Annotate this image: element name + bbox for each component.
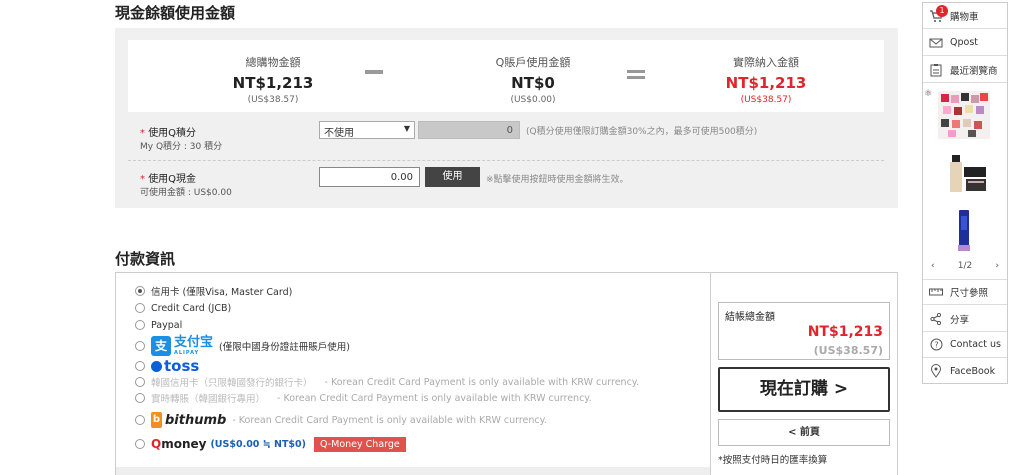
q-amount-value: NT$0 — [511, 74, 555, 92]
radio-button[interactable] — [135, 286, 145, 296]
chevron-down-icon: ▼ — [403, 124, 410, 133]
pager-label: 1/2 — [957, 261, 973, 271]
pay-option-qmoney[interactable]: Qmoney (US$0.00 ≒ NT$0) Q-Money Charge — [135, 436, 406, 452]
sidebar-item-facebook[interactable]: FaceBook — [923, 358, 1007, 384]
sidebar-item-cart[interactable]: 1 購物車 — [923, 3, 1007, 29]
qmoney-balance: (US$0.00 ≒ NT$0) — [210, 438, 306, 450]
qcash-label: * 使用Q現金 — [140, 174, 197, 185]
total-amount-block: 總購物金額 NT$1,213 (US$38.57) — [173, 54, 373, 105]
help-icon: ? — [929, 338, 943, 352]
q-amount-usd: (US$0.00) — [510, 95, 556, 105]
checkout-total-box: 結帳總金額 NT$1,213 (US$38.57) — [718, 302, 890, 360]
alipay-logo: 支支付宝 ALIPAY — [151, 336, 213, 356]
q-amount-label: Q賬戶使用金額 — [495, 56, 571, 69]
cash-section-title: 現金餘額使用金額 — [115, 4, 236, 22]
ruler-icon — [929, 285, 943, 299]
qcash-available: 可使用金額 : US$0.00 — [140, 188, 232, 198]
qpoint-select[interactable]: 不使用 ▼ — [319, 121, 415, 139]
pay-option-toss[interactable]: toss — [135, 357, 199, 375]
sidebar-item-recent[interactable]: 最近瀏覽商 — [923, 57, 1007, 83]
pay-option-bank-transfer: 實時轉賬（韓國銀行專用） - Korean Credit Card Payment… — [135, 391, 592, 405]
sidebar-item-share[interactable]: 分享 — [923, 306, 1007, 332]
pay-option-korean-card: 韓國信用卡（只限韓國發行的銀行卡） - Korean Credit Card Pa… — [135, 375, 639, 389]
right-sidebar: 1 購物車 Qpost 最近瀏覽商 ⚛ ‹ 1/2 › 尺寸參照 分享 ? Co… — [922, 2, 1008, 384]
sidebar-item-size[interactable]: 尺寸參照 — [923, 279, 1007, 305]
pay-option-alipay[interactable]: 支支付宝 ALIPAY (僅限中國身份證註冊賬戶使用) — [135, 336, 350, 356]
share-icon — [929, 312, 943, 326]
payment-footer-bar — [116, 467, 710, 475]
toss-logo: toss — [151, 357, 199, 375]
chevron-left-icon[interactable]: ‹ — [931, 261, 935, 271]
qcash-note: ※點擊使用按鈕時使用金額將生效。 — [486, 175, 629, 185]
previous-page-button[interactable]: < 前頁 — [718, 419, 890, 446]
use-qcash-button[interactable]: 使用 — [425, 167, 480, 187]
radio-button[interactable] — [135, 303, 145, 313]
chevron-right-icon[interactable]: › — [995, 261, 999, 271]
payment-section-title: 付款資訊 — [115, 250, 176, 268]
actual-amount-value: NT$1,213 — [725, 74, 807, 92]
recent-product-thumb[interactable] — [938, 208, 990, 256]
qpoint-label: * 使用Q積分 — [140, 128, 197, 139]
qpoint-input[interactable]: 0 — [418, 121, 520, 139]
checkout-total-label: 結帳總金額 — [725, 312, 775, 323]
qpoint-note: (Q積分使用僅限訂購金額30%之內，最多可使用500積分) — [526, 127, 758, 137]
checkout-total-value: NT$1,213 — [807, 324, 883, 340]
recent-pager: ‹ 1/2 › — [923, 261, 1007, 271]
total-amount-usd: (US$38.57) — [247, 95, 299, 105]
radio-button[interactable] — [135, 361, 145, 371]
recent-product-thumb[interactable] — [938, 91, 990, 139]
radio-button[interactable] — [135, 341, 145, 351]
radio-button — [135, 393, 145, 403]
sidebar-item-qpost[interactable]: Qpost — [923, 30, 1007, 56]
actual-amount-usd: (US$38.57) — [740, 95, 792, 105]
radio-button — [135, 377, 145, 387]
minus-icon — [365, 70, 383, 74]
radio-button — [135, 415, 145, 425]
exchange-rate-note: *按照支付時日的匯率換算 — [718, 455, 828, 466]
mail-icon — [929, 36, 943, 50]
radio-button[interactable] — [135, 439, 145, 449]
location-pin-icon — [929, 364, 943, 378]
total-amount-label: 總購物金額 — [245, 56, 301, 69]
actual-amount-block: 實際納入金額 NT$1,213 (US$38.57) — [666, 54, 866, 105]
divider — [128, 160, 884, 161]
actual-amount-label: 實際納入金額 — [733, 56, 799, 69]
pay-option-bithumb: b bithumb - Korean Credit Card Payment is … — [135, 411, 547, 429]
order-now-button[interactable]: 現在訂購 > — [718, 367, 890, 412]
sidebar-item-contact[interactable]: ? Contact us — [923, 332, 1007, 358]
qcash-input[interactable]: 0.00 — [319, 167, 420, 187]
cart-count-badge: 1 — [936, 5, 948, 17]
qpoint-balance: My Q積分 : 30 積分 — [140, 142, 223, 152]
total-amount-value: NT$1,213 — [232, 74, 314, 92]
bithumb-logo: b bithumb — [151, 412, 227, 428]
radio-button[interactable] — [135, 320, 145, 330]
pay-option-jcb[interactable]: Credit Card (JCB) — [135, 301, 231, 315]
checkout-total-usd: (US$38.57) — [813, 344, 883, 357]
q-amount-block: Q賬戶使用金額 NT$0 (US$0.00) — [433, 54, 633, 105]
svg-text:?: ? — [934, 341, 938, 350]
amount-summary: 總購物金額 NT$1,213 (US$38.57) Q賬戶使用金額 NT$0 (… — [128, 40, 884, 112]
qmoney-logo: Qmoney — [151, 437, 207, 451]
clipboard-icon — [929, 63, 943, 77]
pay-option-paypal[interactable]: Paypal — [135, 318, 182, 332]
pay-option-credit-card[interactable]: 信用卡 (僅限Visa, Master Card) — [135, 284, 292, 298]
qmoney-charge-button[interactable]: Q-Money Charge — [313, 436, 406, 452]
recent-product-thumb[interactable] — [938, 153, 990, 201]
tree-icon: ⚛ — [924, 89, 933, 99]
